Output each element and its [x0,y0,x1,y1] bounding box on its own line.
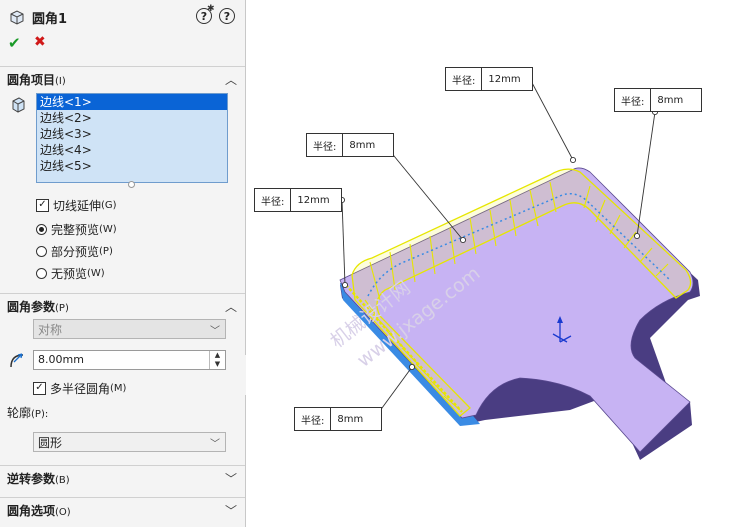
multi-radius-shortcut: (M) [110,383,127,394]
radius-icon [10,353,24,368]
fillet-items-title: 圆角项目 [7,72,56,87]
chevron-up-icon[interactable]: ︿ [225,71,237,88]
chevron-down-icon[interactable]: ﹀ [225,502,237,519]
tangent-propagation-checkbox[interactable]: ✓ 切线延伸 (G) [36,197,117,214]
list-resize-handle[interactable] [128,181,135,188]
radius-callout-value[interactable]: 8mm [331,408,381,430]
multi-radius-checkbox[interactable]: ✓ 多半径圆角 (M) [33,380,126,397]
multi-radius-label: 多半径圆角 [50,382,111,396]
radius-callout[interactable]: 半径: 12mm [445,67,534,91]
radius-callout[interactable]: 半径: 8mm [614,88,703,112]
profile-shortcut: (P): [31,409,49,420]
preview-none-shortcut: (W) [87,268,105,279]
edge-selection-icon [12,97,25,113]
radius-input[interactable]: 8.00mm ▲ ▼ [33,350,226,370]
ok-check-icon[interactable]: ✔ [8,34,21,52]
feature-header: 圆角1 [8,7,67,27]
fillet-method-value: 对称 [38,322,63,337]
help-icon[interactable]: ? [219,8,235,24]
radius-callout[interactable]: 半径: 8mm [306,133,395,157]
checkbox-box[interactable]: ✓ [33,382,46,395]
preview-full-shortcut: (W) [99,224,117,235]
property-manager: 圆角1 ? ✱ ? ✔ ✖ 圆角项目(I) ︿ 边线<1> 边线<2> 边线<3… [0,0,246,527]
radius-stepper[interactable]: ▲ ▼ [209,351,225,369]
radius-callout-key: 半径: [255,189,292,211]
preview-full-radio[interactable]: 完整预览 (W) [36,221,117,238]
list-item[interactable]: 边线<4> [37,142,227,158]
radius-callout[interactable]: 半径: 12mm [254,188,343,212]
stepper-up-icon[interactable]: ▲ [210,351,225,360]
radius-callout-key: 半径: [615,89,652,111]
stepper-down-icon[interactable]: ▼ [210,360,225,369]
fillet-params-section-header[interactable]: 圆角参数(P) ︿ [0,293,245,318]
feature-title: 圆角1 [32,11,68,27]
chevron-down-icon[interactable]: ﹀ [225,470,237,487]
list-item[interactable]: 边线<1> [37,94,227,110]
profile-label: 轮廓(P): [7,406,49,420]
fillet-items-shortcut: (I) [55,75,66,87]
preview-partial-radio[interactable]: 部分预览 (P) [36,243,113,260]
preview-partial-shortcut: (P) [99,246,113,257]
fillet-options-shortcut: (O) [55,506,71,518]
fillet-method-dropdown[interactable]: 对称 ﹀ [33,319,226,339]
setback-params-title: 逆转参数 [7,471,56,486]
preview-none-label: 无预览 [51,267,88,281]
chevron-up-icon[interactable]: ︿ [225,298,237,315]
radius-callout[interactable]: 半径: 8mm [294,407,383,431]
list-item[interactable]: 边线<5> [37,158,227,174]
fillet-options-title: 圆角选项 [7,503,56,518]
radius-callout-value[interactable]: 12mm [291,189,341,211]
cancel-x-icon[interactable]: ✖ [34,34,46,50]
fillet-params-shortcut: (P) [55,302,69,314]
preview-full-label: 完整预览 [51,223,100,237]
radius-callout-value[interactable]: 8mm [343,134,393,156]
profile-dropdown[interactable]: 圆形 ﹀ [33,432,226,452]
checkbox-box[interactable]: ✓ [36,199,49,212]
preview-none-radio[interactable]: 无预览 (W) [36,265,105,282]
fillet-feature-icon [10,10,24,25]
fillet-options-section-header[interactable]: 圆角选项(O) ﹀ [0,497,245,522]
profile-value: 圆形 [38,435,63,450]
radio-button[interactable] [36,224,47,235]
chevron-down-icon: ﹀ [210,326,220,337]
setback-params-section-header[interactable]: 逆转参数(B) ﹀ [0,465,245,490]
radio-button[interactable] [36,246,47,257]
sparkle-icon: ✱ [207,4,215,14]
radius-callout-value[interactable]: 8mm [651,89,701,111]
preview-partial-label: 部分预览 [51,245,100,259]
radius-callout-key: 半径: [446,68,483,90]
chevron-down-icon: ﹀ [210,439,220,450]
tangent-propagation-shortcut: (G) [101,200,117,211]
list-item[interactable]: 边线<3> [37,126,227,142]
radius-callout-value[interactable]: 12mm [482,68,532,90]
radius-callout-key: 半径: [307,134,344,156]
fillet-params-title: 圆角参数 [7,299,56,314]
graphics-viewport[interactable]: 机械设计网 www.jxage.com 半径: 12mm 半径: 8mm 半径:… [246,0,741,527]
radius-callout-key: 半径: [295,408,332,430]
radio-button[interactable] [36,268,47,279]
fillet-items-section-header[interactable]: 圆角项目(I) ︿ [0,66,245,91]
tangent-propagation-label: 切线延伸 [53,199,102,213]
radius-value: 8.00mm [38,353,84,366]
edges-selection-list[interactable]: 边线<1> 边线<2> 边线<3> 边线<4> 边线<5> [36,93,228,183]
list-item[interactable]: 边线<2> [37,110,227,126]
setback-params-shortcut: (B) [55,474,70,486]
